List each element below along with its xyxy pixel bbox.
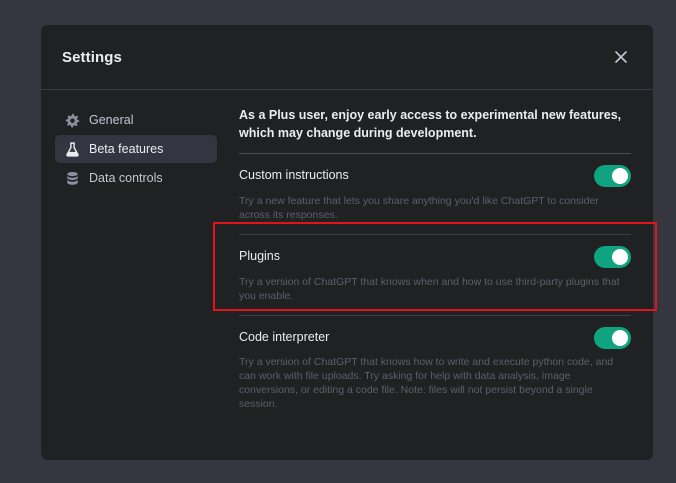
database-icon	[64, 170, 80, 186]
plugins-toggle[interactable]	[594, 246, 631, 268]
feature-code-interpreter: Code interpreter Try a version of ChatGP…	[239, 316, 631, 426]
intro-text: As a Plus user, enjoy early access to ex…	[239, 106, 631, 154]
sidebar-item-general[interactable]: General	[55, 106, 217, 134]
settings-sidebar: General Beta features Data controls	[55, 106, 217, 193]
close-icon	[615, 51, 627, 63]
feature-plugins: Plugins Try a version of ChatGPT that kn…	[239, 235, 631, 316]
sidebar-item-beta-features[interactable]: Beta features	[55, 135, 217, 163]
code-interpreter-toggle[interactable]	[594, 327, 631, 349]
custom-instructions-toggle[interactable]	[594, 165, 631, 187]
close-button[interactable]	[612, 48, 630, 66]
dialog-title: Settings	[62, 49, 122, 66]
beta-features-panel: As a Plus user, enjoy early access to ex…	[239, 106, 631, 426]
toggle-knob	[612, 168, 628, 184]
feature-custom-instructions: Custom instructions Try a new feature th…	[239, 154, 631, 235]
flask-icon	[64, 141, 80, 157]
feature-description: Try a version of ChatGPT that knows how …	[239, 356, 614, 410]
feature-title: Custom instructions	[239, 168, 349, 182]
gear-icon	[64, 112, 80, 128]
feature-title: Plugins	[239, 249, 280, 263]
toggle-knob	[612, 330, 628, 346]
sidebar-item-label: General	[89, 113, 134, 127]
feature-description: Try a version of ChatGPT that knows when…	[239, 276, 620, 302]
feature-title: Code interpreter	[239, 330, 330, 344]
sidebar-item-label: Beta features	[89, 142, 164, 156]
settings-dialog: Settings General Beta features Data cont…	[41, 25, 653, 460]
dialog-header: Settings	[41, 25, 653, 90]
sidebar-item-label: Data controls	[89, 171, 163, 185]
toggle-knob	[612, 249, 628, 265]
feature-description: Try a new feature that lets you share an…	[239, 195, 599, 221]
sidebar-item-data-controls[interactable]: Data controls	[55, 164, 217, 192]
